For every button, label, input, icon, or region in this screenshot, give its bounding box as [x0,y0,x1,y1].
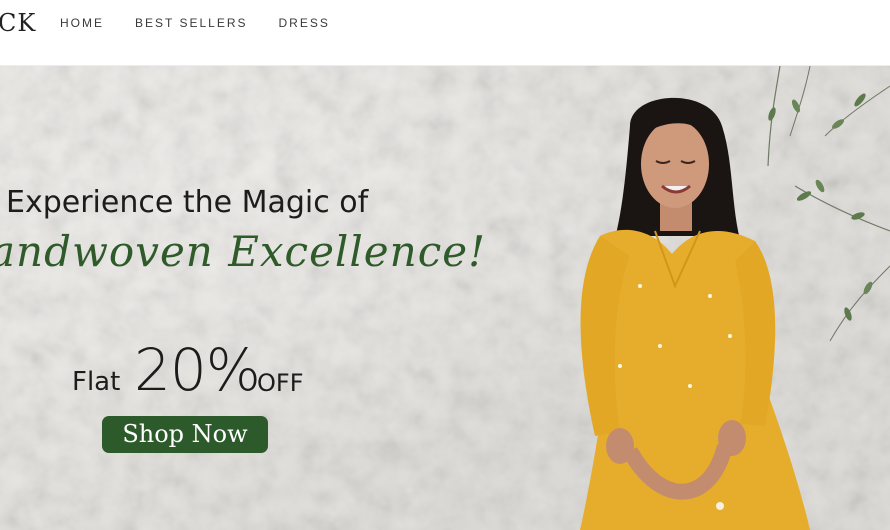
brand-logo[interactable]: CK [0,9,36,37]
offer-amount: 20% [134,336,261,404]
shop-now-button[interactable]: Shop Now [102,416,268,453]
hero-headline: Experience the Magic of [6,185,369,220]
offer-prefix: Flat [72,367,121,397]
main-nav: HOME BEST SELLERS DRESS [60,15,330,31]
hero-script-headline: andwoven Excellence! [0,227,486,276]
model-photo [580,97,810,530]
offer-suffix: OFF [257,369,304,397]
nav-home[interactable]: HOME [60,15,104,31]
site-header: CK HOME BEST SELLERS DRESS [0,0,890,66]
nav-dress[interactable]: DRESS [279,15,330,31]
nav-best-sellers[interactable]: BEST SELLERS [135,15,248,31]
hero-banner[interactable]: Experience the Magic of andwoven Excelle… [0,66,890,530]
